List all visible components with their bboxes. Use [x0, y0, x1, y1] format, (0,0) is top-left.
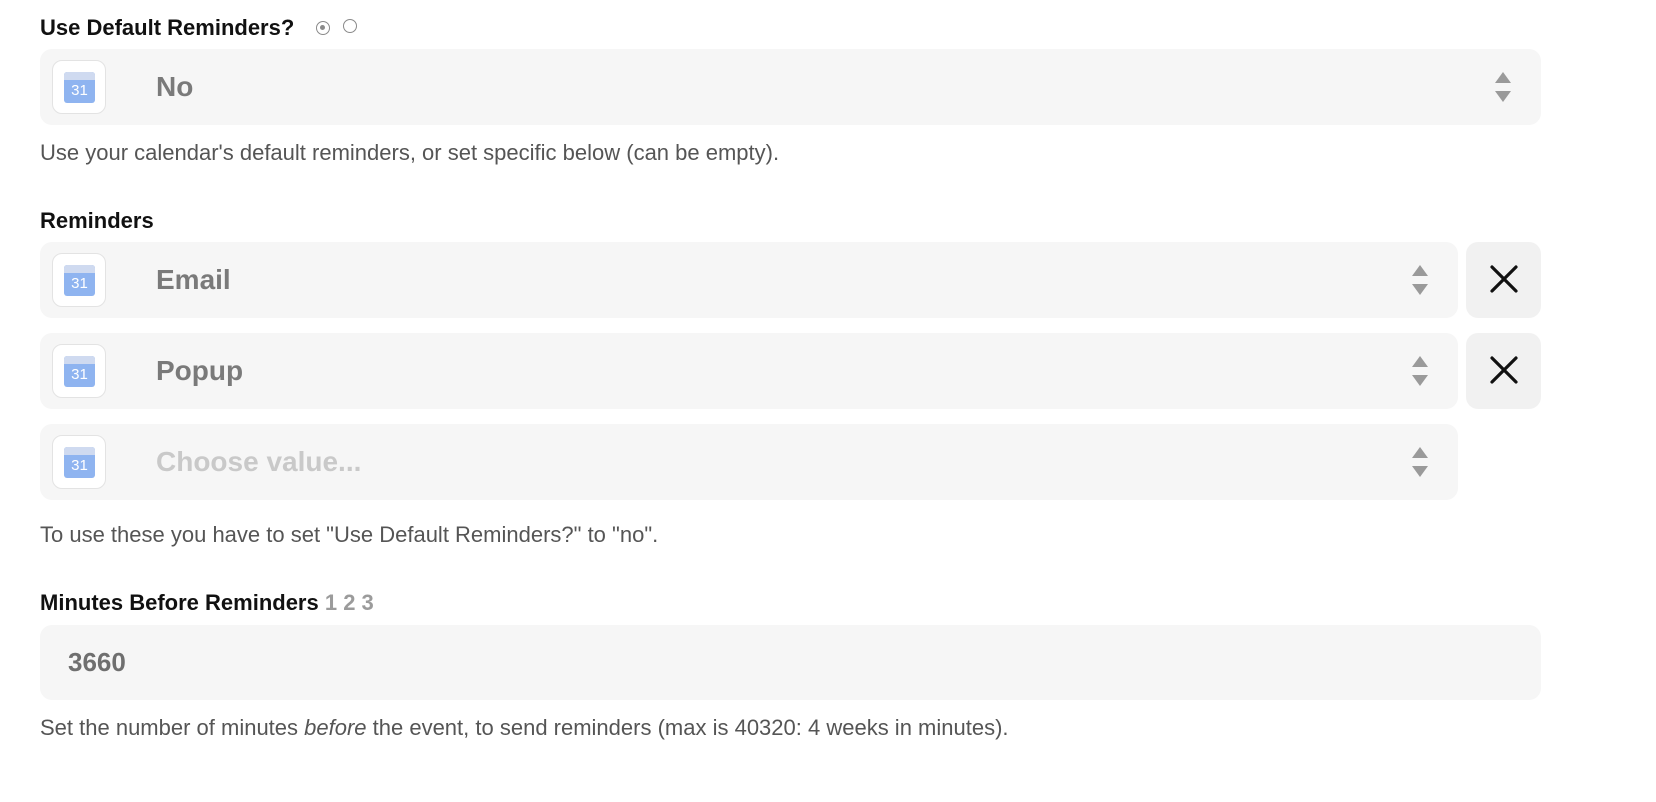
up-down-chevron-icon [1495, 72, 1511, 102]
use-default-reminders-help: Use your calendar's default reminders, o… [40, 140, 780, 165]
use-default-reminders-label: Use Default Reminders? [40, 15, 295, 40]
google-calendar-icon: 31 [52, 435, 106, 489]
reminders-help: To use these you have to set "Use Defaul… [40, 522, 659, 547]
minutes-value: 3660 [68, 647, 126, 677]
remove-reminder-button[interactable] [1466, 333, 1541, 409]
select-value: Popup [156, 355, 244, 386]
step-indicators: 1 2 3 [324, 590, 374, 615]
new-reminder-select[interactable]: 31 Choose value... [40, 424, 1458, 500]
remove-reminder-button[interactable] [1466, 242, 1541, 318]
minutes-before-reminders-label: Minutes Before Reminders 1 2 3 [40, 590, 374, 615]
minutes-help: Set the number of minutes before the eve… [40, 715, 1009, 740]
up-down-chevron-icon [1412, 265, 1428, 295]
google-calendar-icon: 31 [52, 253, 106, 307]
select-placeholder: Choose value... [156, 446, 362, 477]
radio-selected-icon[interactable] [316, 20, 330, 35]
up-down-chevron-icon [1412, 447, 1428, 477]
up-down-chevron-icon [1412, 356, 1428, 386]
use-default-reminders-select[interactable]: 31 No [40, 49, 1541, 125]
select-value: No [156, 71, 194, 102]
radio-unselected-icon[interactable] [343, 19, 357, 33]
close-icon [1490, 356, 1518, 384]
google-calendar-icon: 31 [52, 60, 106, 114]
reminders-label: Reminders [40, 208, 154, 233]
close-icon [1490, 265, 1518, 293]
reminder-select[interactable]: 31 Popup [40, 333, 1458, 409]
reminder-select[interactable]: 31 Email [40, 242, 1458, 318]
google-calendar-icon: 31 [52, 344, 106, 398]
minutes-input[interactable]: 3660 [40, 625, 1541, 700]
select-value: Email [156, 264, 231, 295]
